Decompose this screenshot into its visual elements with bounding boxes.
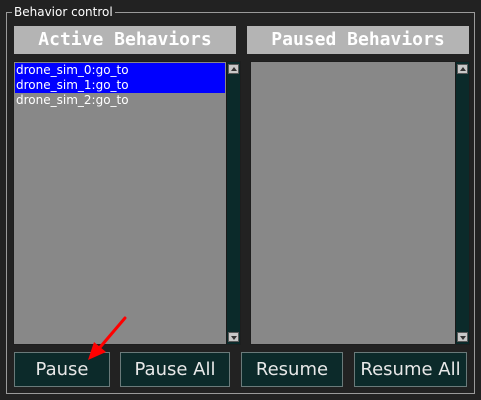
- group-title: Behavior control: [12, 5, 115, 19]
- active-behaviors-items: drone_sim_0:go_to drone_sim_1:go_to dron…: [15, 63, 225, 108]
- pause-all-button[interactable]: Pause All: [120, 352, 230, 387]
- active-behaviors-header: Active Behaviors: [14, 26, 236, 54]
- active-list-scrollbar[interactable]: [226, 62, 240, 344]
- pause-button[interactable]: Pause: [14, 352, 110, 387]
- active-behaviors-list[interactable]: drone_sim_0:go_to drone_sim_1:go_to dron…: [13, 61, 241, 345]
- list-item[interactable]: drone_sim_2:go_to: [15, 93, 225, 108]
- resume-all-button[interactable]: Resume All: [354, 352, 467, 387]
- scroll-down-arrow-icon[interactable]: [457, 332, 468, 342]
- paused-behaviors-header: Paused Behaviors: [247, 26, 469, 54]
- list-item[interactable]: drone_sim_1:go_to: [15, 78, 225, 93]
- resume-button[interactable]: Resume: [241, 352, 343, 387]
- paused-behaviors-list[interactable]: [250, 61, 470, 345]
- paused-list-scrollbar[interactable]: [455, 62, 469, 344]
- behavior-control-window: Behavior control Active Behaviors Paused…: [0, 0, 481, 400]
- scroll-up-arrow-icon[interactable]: [457, 64, 468, 74]
- list-item[interactable]: drone_sim_0:go_to: [15, 63, 225, 78]
- scroll-up-arrow-icon[interactable]: [228, 64, 239, 74]
- scroll-down-arrow-icon[interactable]: [228, 332, 239, 342]
